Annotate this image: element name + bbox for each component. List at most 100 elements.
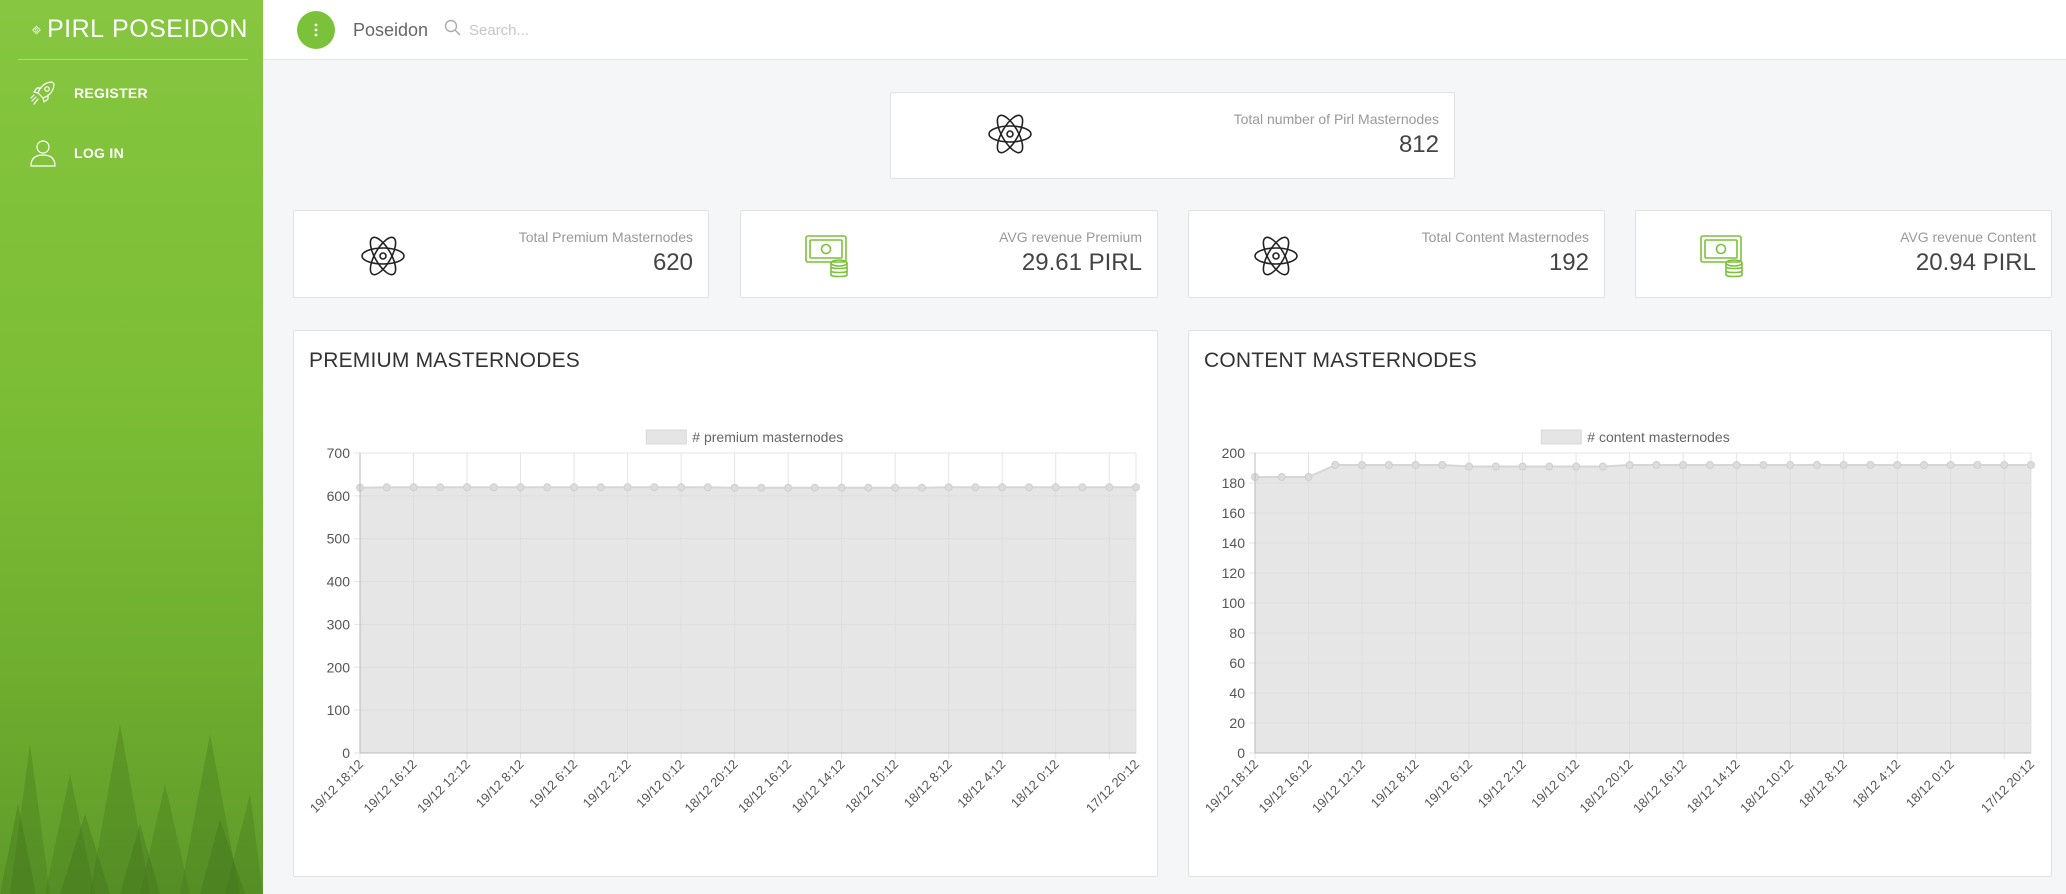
data-point (1679, 461, 1688, 469)
x-tick-label: 18/12 20:12 (682, 757, 741, 816)
x-tick-label: 19/12 8:12 (1368, 757, 1422, 811)
x-tick-label: 18/12 14:12 (789, 757, 848, 816)
y-tick-label: 700 (327, 445, 351, 461)
x-tick-label: 19/12 0:12 (1528, 757, 1582, 811)
x-tick-label: 19/12 12:12 (1309, 757, 1368, 816)
x-tick-label: 17/12 20:12 (1978, 757, 2037, 816)
data-point (810, 483, 819, 492)
rocket-icon (30, 81, 55, 105)
menu-button[interactable] (297, 11, 335, 49)
data-point (1518, 462, 1527, 471)
data-point (1866, 461, 1875, 469)
x-tick-label: 19/12 12:12 (414, 757, 473, 816)
data-point (2027, 461, 2035, 469)
stat-value: 29.61 PIRL (1021, 249, 1142, 276)
forest-background-image (0, 724, 263, 894)
data-point (1946, 461, 1955, 469)
y-tick-label: 40 (1229, 685, 1245, 701)
data-point (971, 483, 980, 492)
x-tick-label: 18/12 10:12 (842, 757, 901, 816)
stat-label: Total Content Masternodes (1421, 229, 1589, 245)
y-tick-label: 140 (1222, 535, 1246, 551)
money-coins-icon (805, 235, 848, 278)
stat-value: 812 (1398, 131, 1439, 158)
data-point (1839, 461, 1848, 469)
data-point (1384, 461, 1393, 469)
y-tick-label: 300 (327, 616, 351, 632)
atom-icon (1254, 236, 1298, 276)
pirl-logo-icon (32, 25, 41, 34)
data-point (1277, 473, 1286, 481)
data-point (1438, 461, 1447, 469)
y-tick-label: 100 (327, 702, 351, 718)
data-point (1051, 483, 1060, 492)
x-tick-label: 18/12 4:12 (1849, 757, 1903, 811)
data-point (1572, 462, 1581, 471)
data-point (1465, 462, 1474, 471)
legend-swatch (1540, 429, 1582, 445)
sidebar: PIRL POSEIDON REGISTER LOG IN (0, 0, 263, 894)
x-tick-label: 18/12 8:12 (901, 757, 955, 811)
x-tick-label: 19/12 16:12 (360, 757, 419, 816)
stat-card-avg-content: AVG revenue Content 20.94 PIRL (1635, 210, 2052, 298)
data-point (1304, 473, 1313, 481)
brand-name-light: PIRL (46, 15, 105, 43)
x-tick-label: 18/12 0:12 (1008, 757, 1062, 811)
x-tick-label: 19/12 18:12 (307, 757, 366, 816)
data-point (1105, 483, 1114, 492)
data-point (1331, 461, 1340, 469)
sidebar-item-label: REGISTER (74, 85, 148, 101)
data-point (784, 483, 793, 492)
data-point (596, 483, 605, 492)
topbar: Poseidon (263, 0, 2066, 60)
x-tick-label: 19/12 6:12 (1421, 757, 1475, 811)
sidebar-item-label: LOG IN (74, 145, 125, 161)
sidebar-item-login[interactable]: LOG IN (28, 138, 124, 168)
brand-name-bold: POSEIDON (112, 15, 248, 43)
atom-icon (361, 236, 405, 276)
content-masternodes-chart: # content masternodes 0 20 40 60 80 100 120 140 1… (1202, 429, 2037, 816)
data-point (1625, 461, 1634, 469)
x-tick-label: 19/12 18:12 (1202, 757, 1261, 816)
data-point (409, 483, 418, 492)
legend-label: # premium masternodes (692, 429, 843, 445)
data-point (436, 483, 445, 492)
x-tick-label: 18/12 16:12 (735, 757, 794, 816)
y-tick-label: 180 (1222, 475, 1246, 491)
stat-value: 20.94 PIRL (1915, 249, 2036, 276)
data-point (463, 483, 472, 492)
x-tick-label: 19/12 16:12 (1255, 757, 1314, 816)
y-tick-label: 160 (1222, 505, 1246, 521)
y-tick-label: 0 (1237, 745, 1245, 761)
search-icon[interactable] (443, 18, 463, 38)
data-point (703, 483, 712, 492)
legend-swatch (645, 429, 687, 445)
data-point (1598, 462, 1607, 471)
atom-icon (988, 114, 1032, 154)
brand-logo[interactable]: PIRL POSEIDON (18, 0, 248, 60)
x-tick-label: 19/12 0:12 (633, 757, 687, 811)
series-area (1255, 465, 2031, 753)
user-icon (30, 140, 56, 167)
data-point (1919, 461, 1928, 469)
x-tick-label: 18/12 0:12 (1903, 757, 1957, 811)
data-point (757, 483, 766, 492)
data-point (650, 483, 659, 492)
data-point (891, 483, 900, 492)
x-tick-label: 18/12 8:12 (1796, 757, 1850, 811)
x-tick-label: 19/12 2:12 (580, 757, 634, 811)
data-point (730, 483, 739, 492)
search-input[interactable] (469, 16, 869, 44)
y-tick-label: 200 (1222, 445, 1246, 461)
data-point (1411, 461, 1420, 469)
x-tick-label: 19/12 8:12 (473, 757, 527, 811)
stat-card-total: Total number of Pirl Masternodes 812 (890, 92, 1455, 179)
sidebar-item-register[interactable]: REGISTER (28, 78, 148, 108)
y-tick-label: 120 (1222, 565, 1246, 581)
stat-value: 192 (1548, 249, 1589, 276)
data-point (1705, 461, 1714, 469)
data-point (677, 483, 686, 492)
stat-card-premium: Total Premium Masternodes 620 (293, 210, 709, 298)
x-tick-label: 18/12 14:12 (1684, 757, 1743, 816)
stat-label: AVG revenue Content (1900, 229, 2036, 245)
